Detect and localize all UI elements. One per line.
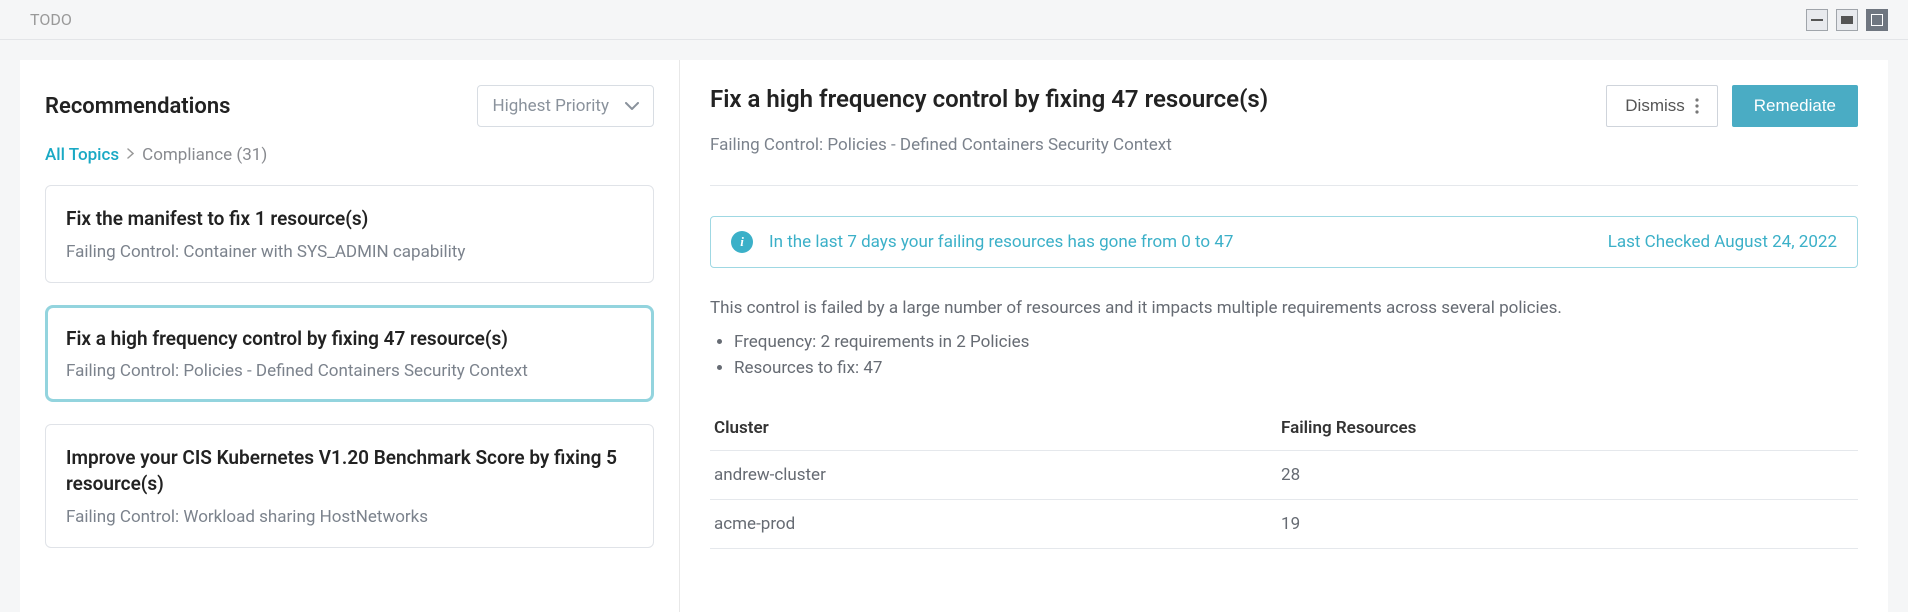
recommendations-panel: Recommendations Highest Priority All Top…	[20, 60, 680, 612]
main-content: Recommendations Highest Priority All Top…	[0, 40, 1908, 612]
window-title: TODO	[30, 10, 72, 29]
maximize-button[interactable]	[1866, 9, 1888, 31]
detail-actions: Dismiss Remediate	[1606, 85, 1858, 127]
remediate-button[interactable]: Remediate	[1732, 85, 1858, 127]
recommendations-header: Recommendations Highest Priority	[45, 85, 654, 127]
more-vert-icon	[1695, 98, 1699, 114]
recommendation-title: Fix a high frequency control by fixing 4…	[66, 326, 633, 352]
chevron-down-icon	[625, 102, 639, 110]
recommendations-heading: Recommendations	[45, 94, 230, 119]
breadcrumb-root[interactable]: All Topics	[45, 145, 119, 165]
notice-checked: Last Checked August 24, 2022	[1608, 232, 1837, 252]
window-controls	[1806, 9, 1888, 31]
restore-button[interactable]	[1836, 9, 1858, 31]
recommendation-sub: Failing Control: Policies - Defined Cont…	[66, 361, 633, 381]
cell-cluster: acme-prod	[710, 500, 1261, 549]
cell-failing: 19	[1261, 500, 1858, 549]
notice-text: In the last 7 days your failing resource…	[769, 232, 1233, 252]
col-failing: Failing Resources	[1261, 406, 1858, 451]
detail-sub: Failing Control: Policies - Defined Cont…	[710, 135, 1858, 155]
table-row[interactable]: acme-prod 19	[710, 500, 1858, 549]
recommendation-card[interactable]: Fix a high frequency control by fixing 4…	[45, 305, 654, 403]
breadcrumb-current: Compliance (31)	[142, 145, 267, 165]
topbar: TODO	[0, 0, 1908, 40]
recommendation-title: Improve your CIS Kubernetes V1.20 Benchm…	[66, 445, 633, 496]
notice-banner: i In the last 7 days your failing resour…	[710, 216, 1858, 268]
col-cluster: Cluster	[710, 406, 1261, 451]
sort-dropdown[interactable]: Highest Priority	[477, 85, 654, 127]
recommendation-sub: Failing Control: Workload sharing HostNe…	[66, 507, 633, 527]
dismiss-button[interactable]: Dismiss	[1606, 85, 1718, 127]
bullet-item: Frequency: 2 requirements in 2 Policies	[734, 332, 1858, 352]
bullet-item: Resources to fix: 47	[734, 358, 1858, 378]
breadcrumb: All Topics Compliance (31)	[45, 145, 654, 165]
divider	[710, 185, 1858, 186]
recommendation-sub: Failing Control: Container with SYS_ADMI…	[66, 242, 633, 262]
cell-failing: 28	[1261, 451, 1858, 500]
info-icon: i	[731, 231, 753, 253]
sort-label: Highest Priority	[492, 96, 609, 116]
recommendation-card[interactable]: Improve your CIS Kubernetes V1.20 Benchm…	[45, 424, 654, 547]
dismiss-label: Dismiss	[1625, 96, 1685, 116]
detail-bullets: Frequency: 2 requirements in 2 Policies …	[710, 332, 1858, 378]
chevron-right-icon	[127, 147, 134, 163]
resources-table: Cluster Failing Resources andrew-cluster…	[710, 406, 1858, 549]
table-header-row: Cluster Failing Resources	[710, 406, 1858, 451]
detail-description: This control is failed by a large number…	[710, 298, 1858, 318]
cell-cluster: andrew-cluster	[710, 451, 1261, 500]
detail-panel: Fix a high frequency control by fixing 4…	[680, 60, 1888, 612]
minimize-button[interactable]	[1806, 9, 1828, 31]
table-row[interactable]: andrew-cluster 28	[710, 451, 1858, 500]
detail-title: Fix a high frequency control by fixing 4…	[710, 85, 1268, 113]
recommendation-title: Fix the manifest to fix 1 resource(s)	[66, 206, 633, 232]
recommendation-card[interactable]: Fix the manifest to fix 1 resource(s) Fa…	[45, 185, 654, 283]
detail-header: Fix a high frequency control by fixing 4…	[710, 85, 1858, 127]
